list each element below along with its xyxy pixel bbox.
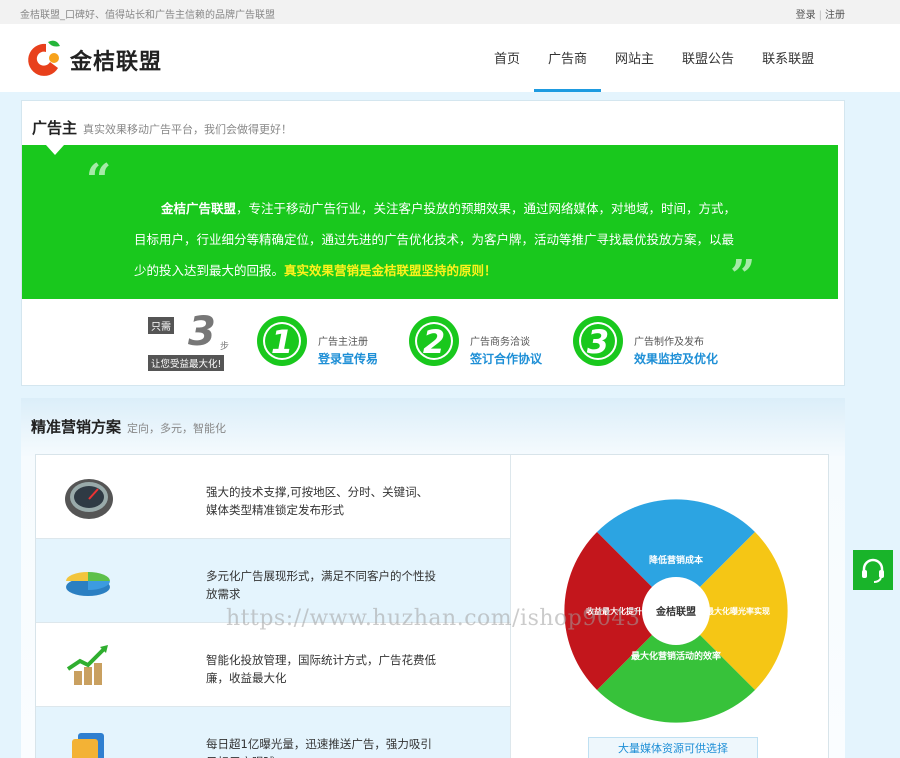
advertiser-heading: 广告主 真实效果移动广告平台，我们会做得更好！ — [32, 117, 292, 138]
page-body: 广告主 真实效果移动广告平台，我们会做得更好！ “ 金桔广告联盟，专注于移动广告行… — [0, 92, 900, 758]
nav-contact[interactable]: 联系联盟 — [748, 24, 828, 92]
wheel-left: 收益最大化提升 — [586, 606, 642, 616]
pie-chart-icon — [66, 572, 110, 596]
step-3-number: 3 — [587, 323, 609, 361]
wheel-bottom: 最大化营销活动的效率 — [631, 650, 721, 662]
register-link[interactable]: 注册 — [825, 10, 845, 21]
intro-text: 金桔广告联盟，专注于移动广告行业，关注客户投放的预期效果，通过网络媒体，对地域，… — [134, 193, 746, 286]
step-1-small: 广告主注册 — [318, 337, 368, 348]
site-logo[interactable]: 金桔联盟 — [24, 38, 184, 80]
customer-service-button[interactable] — [853, 550, 893, 590]
advertiser-panel: 广告主 真实效果移动广告平台，我们会做得更好！ “ 金桔广告联盟，专注于移动广告行… — [21, 100, 845, 386]
step-1-label: 登录宣传易 — [318, 352, 379, 366]
marketing-subtitle: 定向，多元，智能化 — [127, 422, 227, 435]
step-3-icon: 3 — [573, 316, 623, 366]
feature-text: 多元化广告展现形式，满足不同客户的个性投放需求 — [206, 569, 436, 601]
badge-only: 只需 — [148, 317, 174, 334]
step-1-number: 1 — [271, 323, 293, 361]
wallet-icon — [72, 733, 104, 758]
feature-text: 每日超1亿曝光量，迅速推送广告，强力吸引目标用户眼球 — [206, 737, 432, 758]
feature-row: 强大的技术支撑,可按地区、分时、关键词、媒体类型精准锁定发布形式 — [36, 455, 511, 539]
wheel-right: 最大化曝光率实现 — [706, 606, 770, 616]
auth-separator: | — [818, 10, 822, 21]
step-2-label: 签订合作协议 — [470, 352, 543, 366]
top-bar: 金桔联盟_口碑好、值得站长和广告主信赖的品牌广告联盟 登录 | 注册 — [0, 0, 900, 24]
nav-home[interactable]: 首页 — [480, 24, 534, 92]
marketing-heading: 精准营销方案 定向，多元，智能化 — [31, 416, 226, 437]
headset-icon — [862, 558, 884, 583]
step-3-label: 效果监控及优化 — [634, 352, 719, 366]
marketing-wheel: 金桔联盟 降低营销成本 最大化营销活动的效率 最大化曝光率实现 收益最大化提升 — [564, 499, 788, 723]
auth-links: 登录 | 注册 — [796, 6, 845, 21]
step-3-small: 广告制作及发布 — [634, 337, 704, 348]
site-slogan: 金桔联盟_口碑好、值得站长和广告主信赖的品牌广告联盟 — [20, 10, 275, 21]
three-steps: 只需 3 步 让您受益最大化! 1 广告主注册 登录宣传易 2 广告商务洽谈 签… — [22, 299, 844, 385]
intro-banner: “ 金桔广告联盟，专注于移动广告行业，关注客户投放的预期效果，通过网络媒体，对地… — [22, 145, 838, 299]
badge-step: 步 — [220, 342, 230, 352]
nav-announcements[interactable]: 联盟公告 — [668, 24, 748, 92]
intro-highlight: 真实效果营销是金桔联盟坚持的原则！ — [284, 263, 497, 278]
growth-chart-icon — [66, 645, 108, 685]
step-1-icon: 1 — [257, 316, 307, 366]
step-2-number: 2 — [423, 323, 445, 361]
badge-benefit: 让您受益最大化! — [148, 355, 225, 371]
nav-advertiser[interactable]: 广告商 — [534, 24, 602, 92]
open-quote-icon: “ — [86, 155, 112, 206]
three-steps-badge: 只需 3 步 让您受益最大化! — [148, 309, 238, 373]
close-quote-icon: ” — [730, 251, 756, 302]
step-2-icon: 2 — [409, 316, 459, 366]
feature-text: 智能化投放管理，国际统计方式，广告花费低廉，收益最大化 — [206, 653, 436, 685]
feature-text: 强大的技术支撑,可按地区、分时、关键词、媒体类型精准锁定发布形式 — [206, 485, 429, 517]
wheel-top: 降低营销成本 — [649, 554, 704, 566]
step-2-small: 广告商务洽谈 — [470, 337, 530, 348]
nav-publisher[interactable]: 网站主 — [601, 24, 668, 92]
feature-row: 每日超1亿曝光量，迅速推送广告，强力吸引目标用户眼球 — [36, 707, 511, 758]
marketing-box: 强大的技术支撑,可按地区、分时、关键词、媒体类型精准锁定发布形式 多元化广告展现… — [35, 454, 829, 758]
login-link[interactable]: 登录 — [796, 10, 816, 21]
logo-text: 金桔联盟 — [70, 50, 163, 75]
box-divider — [510, 455, 511, 758]
brand-name: 金桔广告联盟 — [161, 201, 237, 216]
wheel-center: 金桔联盟 — [655, 605, 696, 618]
advertiser-subtitle: 真实效果移动广告平台，我们会做得更好！ — [83, 123, 293, 136]
banner-notch — [46, 145, 64, 155]
feature-row: 多元化广告展现形式，满足不同客户的个性投放需求 — [36, 539, 511, 623]
logo-emblem-icon — [28, 40, 60, 76]
speedometer-icon — [65, 479, 113, 519]
feature-row: 智能化投放管理，国际统计方式，广告花费低廉，收益最大化 — [36, 623, 511, 707]
marketing-title: 精准营销方案 — [31, 418, 122, 436]
advertiser-title: 广告主 — [32, 119, 78, 137]
main-nav: 首页 广告商 网站主 联盟公告 联系联盟 — [480, 24, 828, 92]
badge-number: 3 — [188, 309, 216, 355]
site-header: 金桔联盟 首页 广告商 网站主 联盟公告 联系联盟 — [0, 24, 900, 92]
media-resources-button[interactable]: 大量媒体资源可供选择 — [588, 737, 758, 758]
marketing-section: 精准营销方案 定向，多元，智能化 强大的技术支撑,可按地区、分时、关键词、媒体类型… — [21, 398, 845, 758]
